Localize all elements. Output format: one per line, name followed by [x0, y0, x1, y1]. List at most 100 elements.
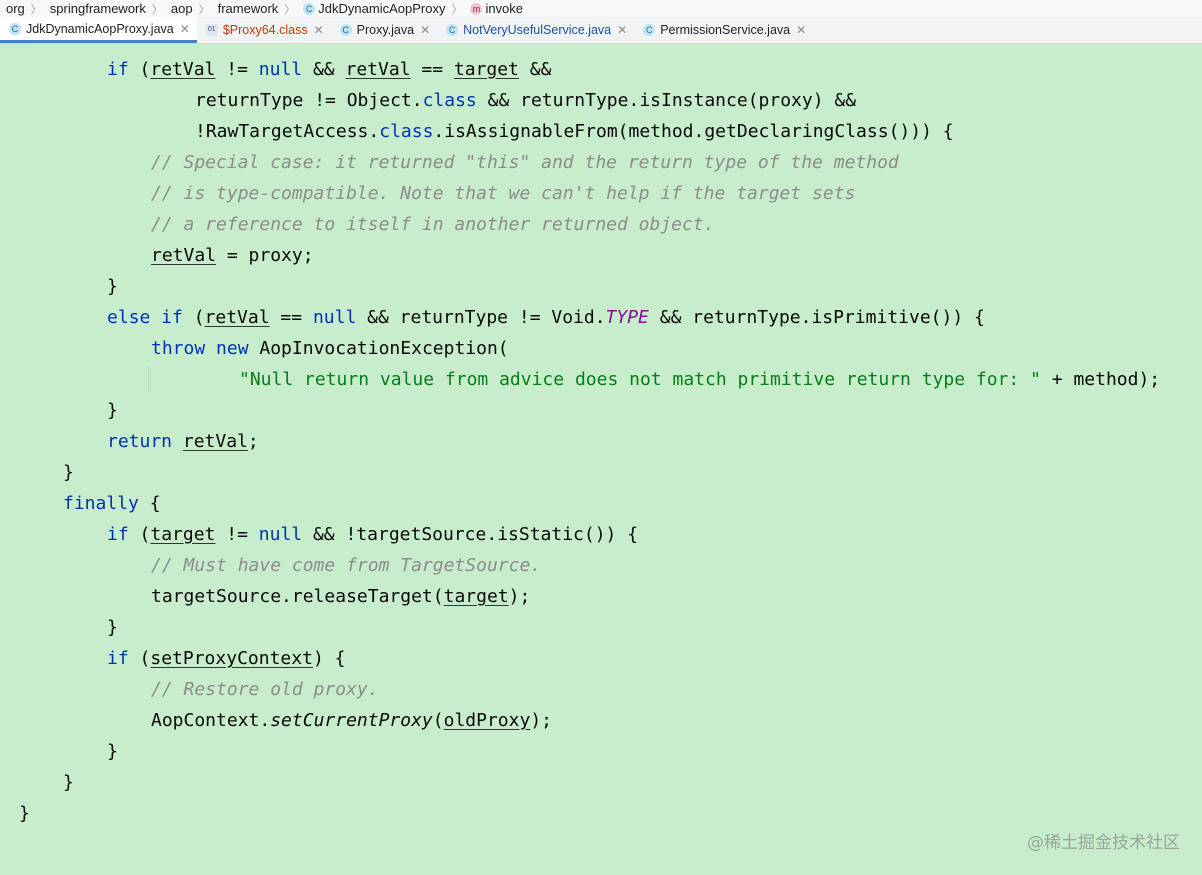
code-token: = proxy; — [216, 245, 314, 266]
breadcrumb: org 〉 springframework 〉 aop 〉 framework … — [0, 0, 1202, 17]
code-token: class — [422, 90, 477, 111]
code-line-1: if (retVal != null && retVal == target &… — [107, 54, 551, 85]
breadcrumb-label: aop — [170, 1, 193, 16]
breadcrumb-item-method[interactable]: m invoke — [464, 1, 527, 16]
breadcrumb-item-framework[interactable]: framework — [212, 1, 283, 16]
code-token: .isAssignableFrom(method.getDeclaringCla… — [433, 121, 954, 142]
code-token: else if — [107, 307, 183, 328]
code-token: retVal — [151, 245, 217, 266]
chevron-right-icon: 〉 — [284, 3, 296, 16]
code-line-13: return retVal; — [107, 426, 259, 457]
close-icon[interactable]: ✕ — [796, 23, 806, 37]
breadcrumb-label: JdkDynamicAopProxy — [318, 1, 446, 16]
code-line-3: !RawTargetAccess.class.isAssignableFrom(… — [195, 116, 954, 147]
code-token: ; — [247, 431, 259, 452]
code-token: == — [410, 59, 454, 80]
code-line-11: "Null return value from advice does not … — [239, 364, 1160, 395]
close-icon[interactable]: ✕ — [420, 23, 430, 37]
code-token: == — [269, 307, 313, 328]
indent-guide — [148, 366, 149, 392]
code-line-15: finally { — [63, 488, 161, 519]
code-line-25: } — [19, 803, 30, 824]
code-token: AopContext. — [151, 710, 271, 731]
code-token: targetSource.releaseTarget( — [151, 586, 444, 607]
breadcrumb-item-aop[interactable]: aop — [165, 1, 197, 16]
code-token: ); — [508, 586, 531, 607]
code-token: ) { — [312, 648, 346, 669]
code-token: && returnType.isPrimitive()) { — [648, 307, 985, 328]
code-token: && returnType.isInstance(proxy) && — [476, 90, 857, 111]
code-editor[interactable]: if (retVal != null && retVal == target &… — [0, 44, 1202, 875]
code-token: ( — [432, 710, 444, 731]
close-icon[interactable]: ✕ — [180, 22, 190, 36]
code-line-2: returnType != Object.class && returnType… — [195, 85, 856, 116]
tab-label: $Proxy64.class — [222, 23, 308, 37]
code-token: && — [302, 59, 346, 80]
breadcrumb-item-org[interactable]: org — [0, 1, 29, 16]
chevron-right-icon: 〉 — [30, 3, 42, 16]
code-token: setProxyContext — [150, 648, 313, 669]
binary-class-icon: 01 — [205, 24, 218, 36]
code-line-20: if (setProxyContext) { — [107, 643, 345, 674]
tab-jdkdynamicaopproxy[interactable]: C JdkDynamicAopProxy.java ✕ — [0, 17, 197, 43]
code-token: && returnType != Void. — [356, 307, 606, 328]
code-token: ( — [128, 59, 151, 80]
code-token: ( — [128, 524, 151, 545]
code-token: oldProxy — [443, 710, 531, 731]
breadcrumb-label: springframework — [49, 1, 146, 16]
code-line-14: } — [63, 462, 74, 483]
code-token: && — [518, 59, 552, 80]
code-token: if — [107, 524, 129, 545]
code-token: target — [443, 586, 509, 607]
code-comment: // Must have come from TargetSource. — [151, 555, 542, 576]
tab-proxy64-class[interactable]: 01 $Proxy64.class ✕ — [197, 17, 331, 43]
tab-label: NotVeryUsefulService.java — [463, 23, 612, 37]
code-token: null — [312, 307, 357, 328]
chevron-right-icon: 〉 — [198, 3, 210, 16]
class-icon: C — [643, 24, 656, 36]
breadcrumb-label: framework — [217, 1, 279, 16]
code-token: if — [107, 59, 129, 80]
code-line-23: } — [107, 741, 118, 762]
close-icon[interactable]: ✕ — [617, 23, 627, 37]
code-line-19: } — [107, 617, 118, 638]
code-token: && !targetSource.isStatic()) { — [302, 524, 639, 545]
chevron-right-icon: 〉 — [151, 3, 163, 16]
code-line-12: } — [107, 400, 118, 421]
code-token: throw new — [151, 338, 249, 359]
breadcrumb-item-springframework[interactable]: springframework — [44, 1, 150, 16]
code-comment: // Restore old proxy. — [151, 679, 379, 700]
code-token: AopInvocationException( — [248, 338, 509, 359]
code-token: ( — [182, 307, 205, 328]
class-icon: C — [9, 22, 21, 35]
class-icon: C — [339, 24, 352, 36]
code-comment: // a reference to itself in another retu… — [151, 214, 715, 235]
code-comment: // is type-compatible. Note that we can'… — [151, 183, 856, 204]
code-token: ( — [128, 648, 151, 669]
code-token: != — [215, 59, 259, 80]
tab-notveryusefulservice[interactable]: C NotVeryUsefulService.java ✕ — [437, 17, 634, 43]
close-icon[interactable]: ✕ — [314, 23, 324, 37]
code-token: return — [107, 431, 173, 452]
method-icon: m — [470, 2, 483, 15]
chevron-right-icon: 〉 — [451, 3, 463, 16]
code-token: target — [150, 524, 216, 545]
breadcrumb-label: invoke — [485, 1, 524, 16]
code-line-16: if (target != null && !targetSource.isSt… — [107, 519, 638, 550]
code-line-7: retVal = proxy; — [151, 240, 314, 271]
code-token: returnType != Object. — [195, 90, 423, 111]
tab-permissionservice[interactable]: C PermissionService.java ✕ — [634, 17, 813, 43]
tab-label: PermissionService.java — [660, 23, 791, 37]
code-token: null — [258, 59, 303, 80]
code-token: retVal — [204, 307, 270, 328]
tab-proxy-java[interactable]: C Proxy.java ✕ — [331, 17, 438, 43]
code-token: retVal — [182, 431, 248, 452]
class-icon: C — [446, 24, 459, 36]
code-token: class — [379, 121, 434, 142]
code-token: if — [107, 648, 129, 669]
breadcrumb-item-class[interactable]: C JdkDynamicAopProxy — [297, 1, 449, 16]
code-token: "Null return value from advice does not … — [239, 369, 1041, 390]
code-token: retVal — [345, 59, 411, 80]
code-token: null — [258, 524, 303, 545]
